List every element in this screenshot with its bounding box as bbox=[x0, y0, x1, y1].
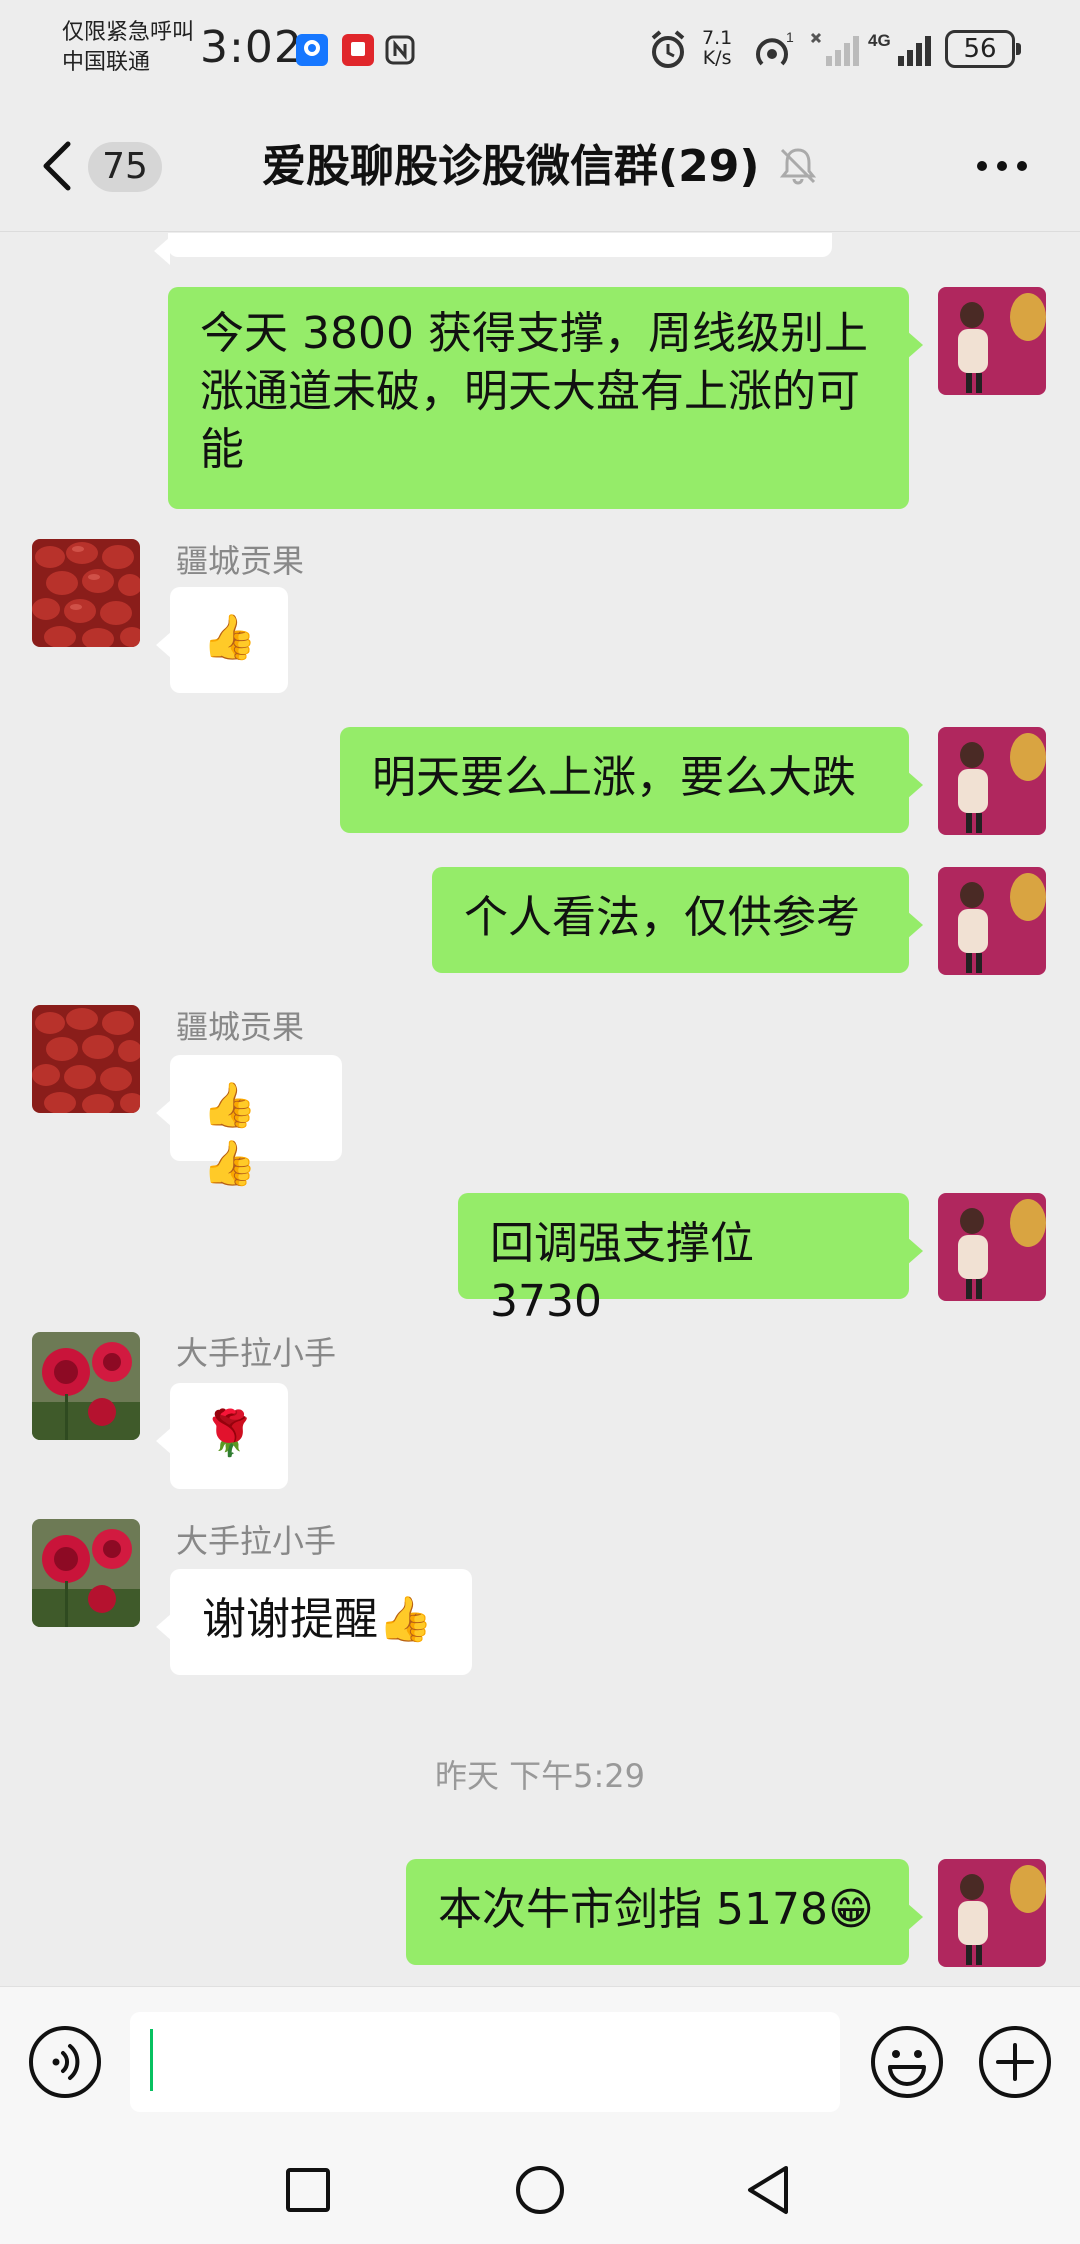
my-avatar[interactable] bbox=[938, 727, 1046, 835]
message-bubble-incoming[interactable]: 谢谢提醒👍 bbox=[156, 1569, 472, 1675]
chat-header: 75 爱股聊股诊股微信群(29) bbox=[0, 100, 1080, 232]
sender-name: 疆城贡果 bbox=[176, 542, 305, 580]
message-bubble-partial bbox=[154, 233, 832, 265]
sender-name: 疆城贡果 bbox=[176, 1008, 305, 1046]
signal-sim2-icon: 4G bbox=[868, 26, 934, 74]
sender-avatar-dahlia[interactable] bbox=[32, 1332, 140, 1440]
hotspot-icon: 1 bbox=[752, 26, 796, 74]
payment-app-icon bbox=[296, 34, 328, 66]
voice-icon[interactable] bbox=[28, 2025, 102, 2099]
message-list[interactable]: 今天 3800 获得支撑，周线级别上 涨通道未破，明天大盘有上涨的可 能 疆城贡… bbox=[0, 233, 1080, 1985]
battery-indicator: 56 bbox=[945, 30, 1021, 68]
text-cursor bbox=[150, 2029, 153, 2091]
my-avatar[interactable] bbox=[938, 1193, 1046, 1301]
notification-app-icon bbox=[342, 34, 374, 66]
message-bubble-outgoing[interactable]: 回调强支撑位 3730 bbox=[458, 1193, 923, 1327]
nfc-icon bbox=[384, 34, 416, 66]
chat-title: 爱股聊股诊股微信群(29) bbox=[262, 141, 760, 192]
message-bubble-incoming[interactable]: 🌹 bbox=[156, 1383, 288, 1489]
message-bubble-outgoing[interactable]: 明天要么上涨，要么大跌 bbox=[340, 727, 923, 833]
carrier-info: 仅限紧急呼叫 中国联通 bbox=[62, 18, 194, 78]
svg-text:1: 1 bbox=[786, 29, 794, 45]
message-bubble-incoming[interactable]: 👍 bbox=[156, 587, 288, 693]
plus-icon[interactable] bbox=[978, 2025, 1052, 2099]
timestamp-divider: 昨天 下午5:29 bbox=[434, 1757, 646, 1795]
back-nav-icon[interactable] bbox=[738, 2160, 798, 2220]
message-text-line: 今天 3800 获得支撑，周线级别上 bbox=[200, 308, 868, 359]
system-navigation-bar bbox=[0, 2136, 1080, 2244]
emoji-icon[interactable] bbox=[870, 2025, 944, 2099]
network-speed: 7.1 K/s bbox=[702, 28, 732, 68]
svg-text:4G: 4G bbox=[868, 31, 891, 50]
recent-apps-icon[interactable] bbox=[278, 2160, 338, 2220]
sender-name: 大手拉小手 bbox=[176, 1334, 337, 1372]
my-avatar[interactable] bbox=[938, 867, 1046, 975]
mute-icon bbox=[778, 146, 818, 186]
message-text-line: 涨通道未破，明天大盘有上涨的可 bbox=[200, 366, 860, 417]
my-avatar[interactable] bbox=[938, 1859, 1046, 1967]
signal-sim1-icon bbox=[808, 26, 862, 74]
carrier-name: 中国联通 bbox=[62, 50, 151, 75]
message-text-line: 能 bbox=[200, 424, 244, 475]
clock: 3:02 bbox=[200, 22, 303, 73]
message-bubble-outgoing[interactable]: 本次牛市剑指 5178😁 bbox=[406, 1859, 923, 1965]
more-icon[interactable] bbox=[976, 156, 1028, 176]
message-bubble-outgoing[interactable]: 个人看法，仅供参考 bbox=[432, 867, 923, 973]
status-bar: 仅限紧急呼叫 中国联通 3:02 7.1 K/s 1 4G 56 bbox=[0, 0, 1080, 100]
emergency-calls-label: 仅限紧急呼叫 bbox=[62, 20, 195, 45]
back-icon[interactable] bbox=[38, 140, 78, 192]
network-speed-unit: K/s bbox=[702, 47, 732, 69]
sender-avatar-dahlia[interactable] bbox=[32, 1519, 140, 1627]
message-input[interactable] bbox=[130, 2012, 840, 2112]
sender-avatar-jujube[interactable] bbox=[32, 539, 140, 647]
alarm-icon bbox=[648, 26, 688, 74]
message-input-bar bbox=[0, 1986, 1080, 2136]
home-icon[interactable] bbox=[510, 2160, 570, 2220]
network-speed-value: 7.1 bbox=[702, 27, 733, 49]
unread-count-badge[interactable]: 75 bbox=[88, 142, 162, 192]
sender-name: 大手拉小手 bbox=[176, 1522, 337, 1560]
my-avatar[interactable] bbox=[938, 287, 1046, 395]
message-bubble-incoming[interactable]: 👍👍 bbox=[156, 1055, 342, 1189]
message-bubble-outgoing[interactable]: 今天 3800 获得支撑，周线级别上 涨通道未破，明天大盘有上涨的可 能 bbox=[168, 287, 923, 509]
sender-avatar-jujube[interactable] bbox=[32, 1005, 140, 1113]
